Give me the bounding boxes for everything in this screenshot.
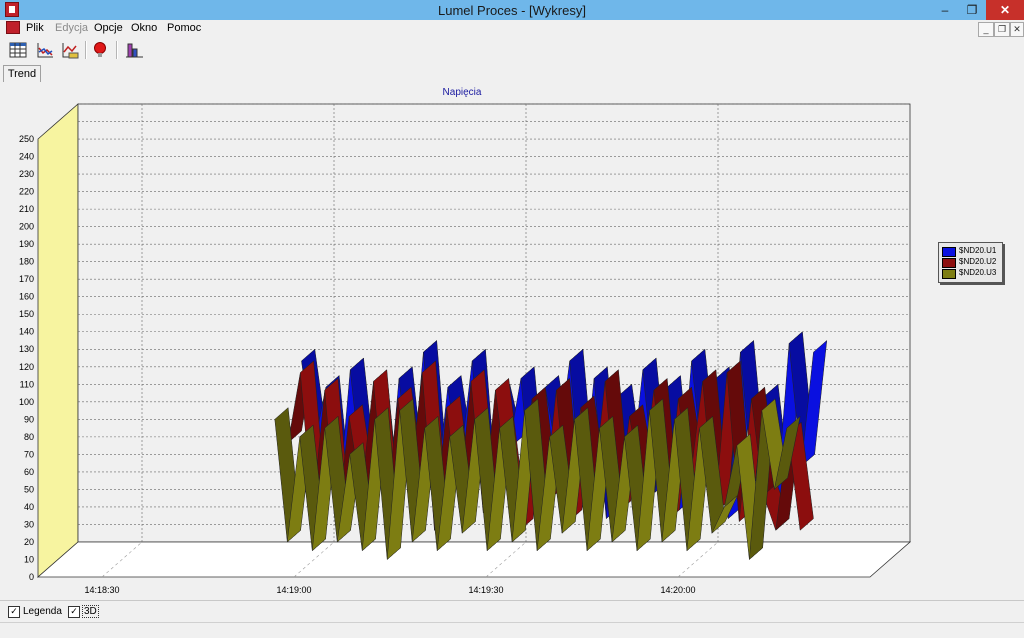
toolbar-separator	[85, 41, 87, 59]
y-tick-label: 100	[19, 397, 34, 407]
menu-okno[interactable]: Okno	[131, 22, 157, 34]
toolbar	[0, 37, 1024, 63]
y-tick-label: 90	[24, 414, 34, 424]
toolbar-separator	[116, 41, 118, 59]
y-tick-label: 200	[19, 222, 34, 232]
legend-checkbox-label[interactable]: Legenda	[23, 606, 62, 617]
line-chart-icon[interactable]	[35, 40, 55, 60]
y-tick-label: 60	[24, 467, 34, 477]
y-tick-label: 20	[24, 537, 34, 547]
y-tick-label: 70	[24, 449, 34, 459]
x-tick-label: 14:18:30	[84, 585, 119, 595]
trend-chart[interactable]: 0 10 20 30 40 50 60 70 80 90 100 110 120 130 140 150 160…	[0, 82, 1024, 598]
mdi-restore-button[interactable]: ❐	[994, 22, 1010, 37]
chart-floor	[36, 541, 912, 578]
x-tick-label: 14:19:00	[276, 585, 311, 595]
y-tick-label: 250	[19, 134, 34, 144]
mdi-minimize-button[interactable]: _	[978, 22, 994, 37]
window-title: Lumel Proces - [Wykresy]	[438, 3, 586, 18]
mdi-close-button[interactable]: ✕	[1010, 22, 1024, 37]
y-tick-label: 30	[24, 519, 34, 529]
y-tick-label: 240	[19, 152, 34, 162]
y-tick-label: 190	[19, 239, 34, 249]
menu-pomoc[interactable]: Pomoc	[167, 22, 201, 34]
y-tick-label: 210	[19, 204, 34, 214]
3d-checkbox[interactable]: ✓	[68, 606, 80, 618]
y-tick-label: 50	[24, 484, 34, 494]
y-tick-label: 140	[19, 327, 34, 337]
menu-edycja[interactable]: Edycja	[55, 22, 88, 34]
legend-swatch-u3	[942, 269, 956, 279]
x-tick-label: 14:20:00	[660, 585, 695, 595]
y-tick-label: 150	[19, 309, 34, 319]
y-tick-label: 110	[20, 379, 34, 389]
y-tick-label: 10	[24, 554, 34, 564]
y-tick-label: 0	[29, 572, 34, 582]
3d-checkbox-label[interactable]: 3D	[82, 605, 99, 618]
chart-settings-icon[interactable]	[60, 40, 80, 60]
menu-bar: Plik Edycja Opcje Okno Pomoc	[0, 20, 1024, 37]
legend-swatch-u2	[942, 258, 956, 268]
close-button[interactable]: ✕	[986, 0, 1024, 20]
y-tick-label: 230	[19, 169, 34, 179]
tab-trend[interactable]: Trend	[3, 65, 41, 83]
status-bar	[0, 622, 1024, 638]
chart-legend[interactable]: $ND20.U1 $ND20.U2 $ND20.U3	[938, 242, 1003, 283]
chart-side-wall	[37, 103, 79, 578]
legend-checkbox[interactable]: ✓	[8, 606, 20, 618]
alarm-bulb-icon[interactable]	[90, 40, 110, 60]
legend-label-u1: $ND20.U1	[959, 246, 997, 255]
chart-options-bar: ✓ Legenda ✓ 3D	[0, 600, 1024, 623]
table-icon[interactable]	[8, 40, 28, 60]
maximize-button[interactable]: ❐	[958, 0, 986, 20]
y-tick-label: 220	[19, 187, 34, 197]
y-tick-label: 160	[19, 292, 34, 302]
mdi-child-icon[interactable]	[6, 21, 20, 34]
minimize-button[interactable]: –	[932, 0, 958, 20]
y-tick-label: 180	[19, 257, 34, 267]
title-bar: Lumel Proces - [Wykresy] – ❐ ✕	[0, 0, 1024, 21]
bar-chart-icon[interactable]	[124, 40, 144, 60]
y-tick-label: 40	[24, 502, 34, 512]
menu-opcje[interactable]: Opcje	[94, 22, 123, 34]
tab-strip: Trend	[0, 64, 1024, 83]
y-tick-label: 80	[24, 432, 34, 442]
y-tick-label: 130	[19, 344, 34, 354]
legend-swatch-u1	[942, 247, 956, 257]
legend-label-u3: $ND20.U3	[959, 268, 997, 277]
y-tick-label: 170	[19, 274, 34, 284]
y-tick-label: 120	[19, 362, 34, 372]
legend-label-u2: $ND20.U2	[959, 257, 997, 266]
x-tick-label: 14:19:30	[468, 585, 503, 595]
menu-plik[interactable]: Plik	[26, 22, 44, 34]
chart-area: Napięcia 0 10 20 30 40 50 60 70 80 90 100 110 120 130…	[0, 82, 1024, 598]
